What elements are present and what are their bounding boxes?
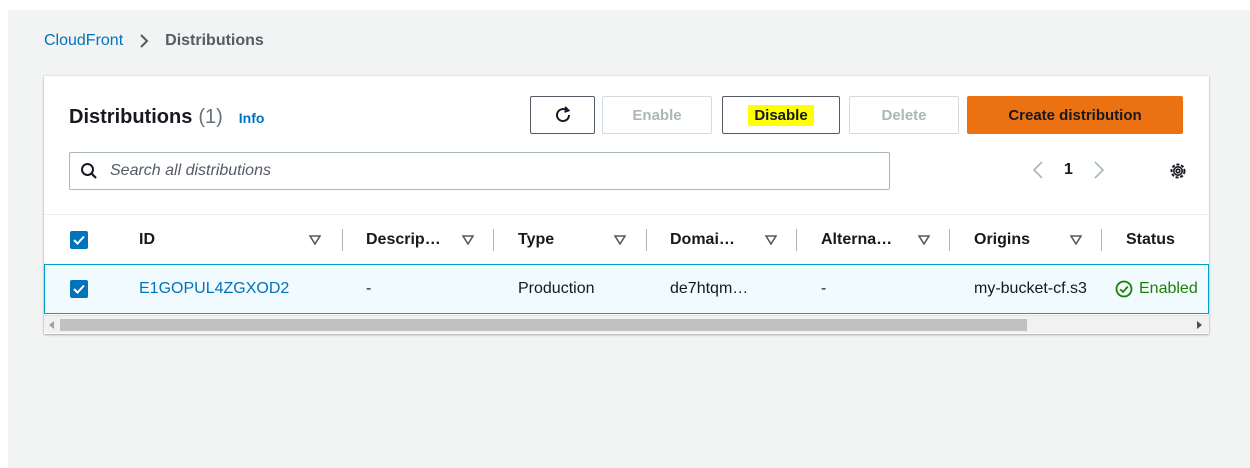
table-row[interactable]: E1GOPUL4ZGXOD2 - Production de7htqm… - m… [44,264,1209,314]
page-background: CloudFront Distributions Distributions (… [8,10,1250,468]
distributions-table: ID Descrip… Type Domai… Alterna… Origins [44,214,1209,314]
success-check-icon [1115,280,1133,298]
delete-button[interactable]: Delete [849,96,959,134]
select-all-checkbox[interactable] [70,215,88,264]
column-header-status[interactable]: Status [1126,215,1175,264]
next-page-icon[interactable] [1093,160,1105,180]
status-text: Enabled [1139,280,1198,297]
cell-description: - [366,280,372,297]
current-page-number[interactable]: 1 [1064,161,1073,179]
scrollbar-thumb[interactable] [60,319,1027,331]
sort-icon[interactable] [309,235,321,245]
sort-icon[interactable] [765,235,777,245]
checkmark-icon [73,284,85,294]
cell-domain: de7htqm… [670,280,749,297]
sort-icon[interactable] [614,235,626,245]
disable-button[interactable]: Disable [722,96,840,134]
column-divider[interactable] [342,229,343,251]
column-header-origins[interactable]: Origins [974,215,1030,264]
column-divider[interactable] [493,229,494,251]
cell-alternate: - [821,280,827,297]
sort-icon[interactable] [1070,235,1082,245]
cell-status: Enabled [1115,265,1198,313]
column-divider[interactable] [646,229,647,251]
column-header-type[interactable]: Type [518,215,554,264]
sort-icon[interactable] [918,235,930,245]
breadcrumb: CloudFront Distributions [44,32,264,50]
distributions-panel: Distributions (1) Info Enable Disable De… [44,76,1209,334]
pagination: 1 [1032,160,1105,180]
info-link[interactable]: Info [239,110,265,126]
cell-origins: my-bucket-cf.s3 [974,280,1087,297]
scroll-left-arrow-icon[interactable] [47,320,57,330]
column-divider[interactable] [1101,229,1102,251]
breadcrumb-cloudfront-link[interactable]: CloudFront [44,32,123,50]
distribution-count: (1) [198,106,223,128]
panel-header: Distributions (1) Info [69,106,264,129]
disable-button-label: Disable [748,104,814,126]
settings-gear-icon[interactable] [1168,161,1188,181]
cell-type: Production [518,280,595,297]
page-title: Distributions [69,106,193,128]
create-distribution-button[interactable]: Create distribution [967,96,1183,134]
breadcrumb-current: Distributions [165,32,264,49]
scroll-right-arrow-icon[interactable] [1194,320,1204,330]
column-header-description[interactable]: Descrip… [366,215,441,264]
column-header-alternate[interactable]: Alterna… [821,215,892,264]
previous-page-icon[interactable] [1032,160,1044,180]
search-box [69,152,890,190]
chevron-right-icon [140,34,149,48]
horizontal-scrollbar[interactable] [44,315,1209,333]
sort-icon[interactable] [462,235,474,245]
search-icon [81,163,97,179]
column-header-domain[interactable]: Domai… [670,215,735,264]
enable-button[interactable]: Enable [602,96,712,134]
column-divider[interactable] [949,229,950,251]
column-header-id[interactable]: ID [139,215,155,264]
row-checkbox[interactable] [70,265,88,313]
refresh-button[interactable] [530,96,595,134]
checkmark-icon [73,235,85,245]
refresh-icon [555,106,570,123]
table-header-row: ID Descrip… Type Domai… Alterna… Origins [44,214,1209,264]
column-divider[interactable] [796,229,797,251]
distribution-id-link[interactable]: E1GOPUL4ZGXOD2 [139,265,289,313]
search-input[interactable] [108,161,889,181]
